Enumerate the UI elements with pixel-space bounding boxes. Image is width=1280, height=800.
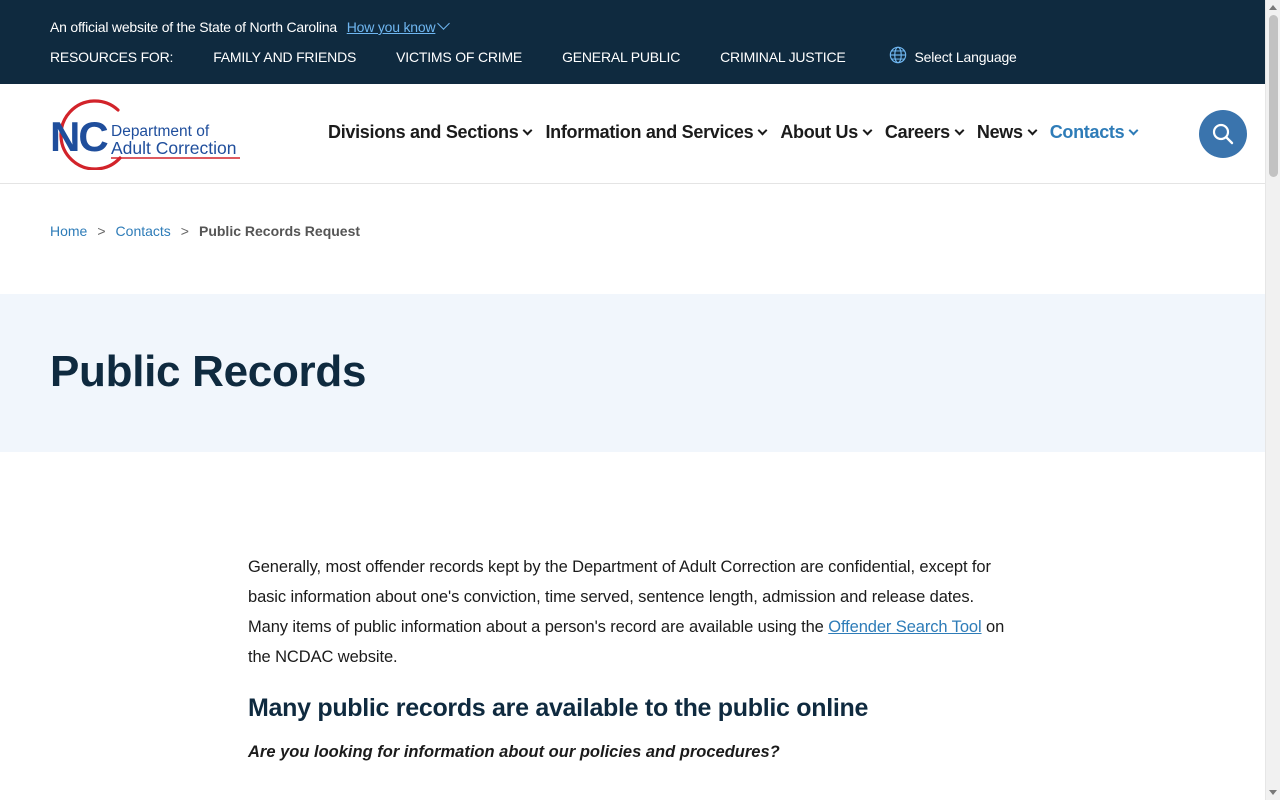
resources-nav: RESOURCES FOR: FAMILY AND FRIENDS VICTIM… (50, 46, 1017, 67)
main-content: Generally, most offender records kept by… (248, 552, 1008, 764)
nav-careers[interactable]: Careers (884, 122, 965, 143)
scrollbar-thumb[interactable] (1269, 15, 1278, 177)
nav-news[interactable]: News (976, 122, 1038, 143)
page-scrollbar[interactable] (1265, 0, 1280, 800)
breadcrumb-contacts[interactable]: Contacts (116, 221, 171, 241)
breadcrumb-separator: > (180, 223, 189, 239)
site-header: NC Department of Adult Correction Divisi… (0, 84, 1265, 184)
chevron-down-icon (954, 125, 965, 136)
how-you-know-link[interactable]: How you know (346, 17, 451, 35)
nav-information-and-services[interactable]: Information and Services (545, 122, 768, 143)
ncdac-logo[interactable]: NC Department of Adult Correction (50, 98, 244, 170)
resource-link-family-and-friends[interactable]: FAMILY AND FRIENDS (213, 47, 356, 67)
page-title: Public Records (50, 347, 367, 396)
globe-icon (889, 46, 906, 64)
nav-label: Divisions and Sections (328, 122, 519, 142)
main-nav: Divisions and Sections Information and S… (328, 122, 1151, 143)
nav-label: Information and Services (545, 122, 754, 142)
resources-label: RESOURCES FOR: (50, 49, 174, 65)
resource-link-criminal-justice[interactable]: CRIMINAL JUSTICE (720, 47, 846, 67)
nav-label: About Us (780, 122, 858, 142)
chevron-down-icon (862, 125, 873, 136)
offender-search-tool-link[interactable]: Offender Search Tool (828, 618, 981, 636)
nav-label: Contacts (1049, 122, 1125, 142)
breadcrumb-separator: > (97, 223, 106, 239)
search-icon (1212, 123, 1234, 145)
nav-label: Careers (884, 122, 950, 142)
section-heading: Many public records are available to the… (248, 694, 869, 722)
intro-paragraph: Generally, most offender records kept by… (248, 552, 1008, 672)
breadcrumb-home[interactable]: Home (50, 221, 87, 241)
top-utility-bar: An official website of the State of Nort… (0, 0, 1265, 84)
select-language-button[interactable]: Select Language (889, 46, 1017, 67)
nav-contacts[interactable]: Contacts (1049, 122, 1139, 143)
resource-link-victims-of-crime[interactable]: VICTIMS OF CRIME (396, 47, 522, 67)
resource-link-general-public[interactable]: GENERAL PUBLIC (562, 47, 680, 67)
select-language-label: Select Language (914, 49, 1017, 65)
chevron-down-icon (523, 125, 533, 136)
policies-question: Are you looking for information about ou… (248, 743, 780, 761)
scroll-down-arrow-icon[interactable] (1269, 790, 1277, 795)
nav-divisions-and-sections[interactable]: Divisions and Sections (328, 122, 533, 143)
scroll-up-arrow-icon[interactable] (1269, 5, 1277, 10)
official-banner: An official website of the State of Nort… (50, 17, 451, 37)
search-button[interactable] (1199, 110, 1247, 158)
chevron-down-icon (1027, 125, 1038, 136)
breadcrumb-current: Public Records Request (198, 223, 361, 239)
logo-line-2: Adult Correction (111, 138, 236, 158)
nav-about-us[interactable]: About Us (780, 122, 873, 143)
page-hero: Public Records (0, 294, 1265, 452)
chevron-down-icon (1128, 125, 1139, 136)
nav-label: News (976, 122, 1023, 142)
official-text: An official website of the State of Nort… (50, 19, 338, 35)
breadcrumb: Home > Contacts > Public Records Request (50, 221, 360, 241)
chevron-down-icon (757, 125, 768, 136)
how-you-know-label: How you know (346, 19, 436, 35)
chevron-down-icon (437, 17, 451, 30)
logo-initials: NC (50, 113, 108, 160)
